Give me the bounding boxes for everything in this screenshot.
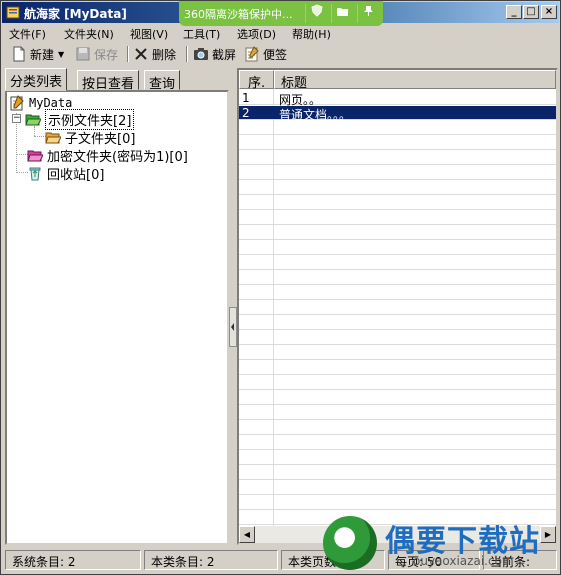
tree-node-recycle-bin[interactable]: 回收站[0] [27,164,105,183]
sandbox-bar: 360隔离沙箱保护中... [179,1,383,26]
tree-node-encrypted-folder[interactable]: 加密文件夹(密码为1)[0] [27,146,188,165]
menu-view[interactable]: 视图(V) [130,26,168,42]
window-title: 航海家 [MyData] [24,7,127,21]
new-dropdown-icon[interactable]: ▼ [58,50,64,59]
minimize-button[interactable]: _ [506,5,522,19]
column-header-title[interactable]: 标题 [274,70,556,91]
empty-row [239,226,556,240]
tree-node-label: 子文件夹[0] [65,131,136,147]
sandbox-pin-icon[interactable] [357,4,379,23]
status-system-count: 系统条目: 2 [5,550,141,570]
panel-splitter[interactable] [229,307,237,347]
empty-row [239,391,556,405]
empty-row [239,256,556,270]
scroll-left-icon[interactable]: ◀ [239,526,255,543]
empty-row [239,166,556,180]
save-button[interactable]: 保存 [75,45,118,63]
new-document-icon [13,46,25,62]
tab-by-date[interactable]: 按日查看 [77,70,140,92]
tab-search[interactable]: 查询 [144,70,181,92]
tree-node-subfolder[interactable]: 子文件夹[0] [45,128,136,147]
notebook-icon [10,95,24,111]
entry-list[interactable]: 序. 标题 1 网页。。 2 普通文档。。。 ◀ ▶ [237,68,558,545]
sandbox-folder-icon[interactable] [331,4,353,23]
empty-row [239,346,556,360]
empty-row [239,151,556,165]
list-header: 序. 标题 [239,70,556,91]
empty-row [239,121,556,135]
delete-button[interactable]: 删除 [133,45,176,63]
site-watermark: 偶要下载站 ouyaoxiazai.com [321,506,561,576]
empty-row [239,211,556,225]
open-folder-yellow-icon [45,132,61,144]
note-icon [245,46,259,62]
empty-row [239,466,556,480]
screenshot-button[interactable]: 截屏 [193,45,236,63]
empty-row [239,301,556,315]
empty-row [239,481,556,495]
save-icon [76,47,90,61]
menu-options[interactable]: 选项(D) [237,26,276,42]
close-button[interactable]: × [541,5,557,19]
empty-row [239,181,556,195]
menu-help[interactable]: 帮助(H) [292,26,331,42]
splitter-arrow-icon[interactable] [229,307,237,347]
sandbox-text: 360隔离沙箱保护中... [184,8,293,21]
app-window: 航海家 [MyData] _ □ × 360隔离沙箱保护中... 文件(F) 文… [0,0,561,575]
camera-icon [194,48,208,60]
table-row-selected[interactable]: 2 普通文档。。。 [239,106,556,122]
menu-bar: 文件(F) 文件夹(N) 视图(V) 工具(T) 选项(D) 帮助(H) [3,24,559,42]
empty-row [239,136,556,150]
menu-file[interactable]: 文件(F) [9,26,46,42]
row-number: 2 [242,106,250,120]
recycle-bin-icon [29,167,41,181]
tree-node-sample-folder[interactable]: 示例文件夹[2] [25,108,135,130]
empty-row [239,196,556,210]
encrypted-folder-icon [27,150,43,162]
toolbar-separator [127,46,129,62]
status-category-count: 本类条目: 2 [144,550,278,570]
empty-row [239,406,556,420]
empty-row [239,316,556,330]
empty-row [239,241,556,255]
empty-row [239,451,556,465]
table-row[interactable]: 1 网页。。 [239,91,556,107]
tree-node-label: 加密文件夹(密码为1)[0] [47,149,188,165]
empty-row [239,436,556,450]
empty-row [239,331,556,345]
menu-tools[interactable]: 工具(T) [183,26,220,42]
open-folder-green-icon [25,114,41,126]
sandbox-shield-icon[interactable] [305,4,327,23]
save-label: 保存 [94,47,119,62]
tree-node-label: 示例文件夹[2] [45,108,135,130]
toolbar-separator [186,46,188,62]
empty-row [239,271,556,285]
column-header-number[interactable]: 序. [239,70,274,91]
maximize-button[interactable]: □ [523,5,539,19]
delete-label: 删除 [152,47,177,62]
note-label: 便签 [263,47,288,62]
watermark-logo-icon [323,516,377,570]
folder-tree[interactable]: MyData − 示例文件夹[2] 子文件夹[0] 加密文件夹(密码为1)[0] [5,90,229,545]
note-button[interactable]: 便签 [244,45,287,63]
new-button[interactable]: 新建 ▼ [11,45,64,63]
tab-category-list[interactable]: 分类列表 [5,68,68,91]
new-label: 新建 [30,47,55,62]
empty-row [239,421,556,435]
app-icon [6,6,20,19]
screenshot-label: 截屏 [212,47,237,62]
menu-folder[interactable]: 文件夹(N) [64,26,114,42]
empty-row [239,376,556,390]
row-number: 1 [242,91,250,105]
watermark-url: ouyaoxiazai.com [413,554,514,568]
delete-icon [135,48,147,60]
empty-row [239,361,556,375]
tree-node-label: 回收站[0] [47,167,105,183]
empty-row [239,286,556,300]
expand-collapse-icon[interactable]: − [12,114,21,123]
toolbar: 新建 ▼ 保存 删除 截屏 便签 [3,43,559,65]
